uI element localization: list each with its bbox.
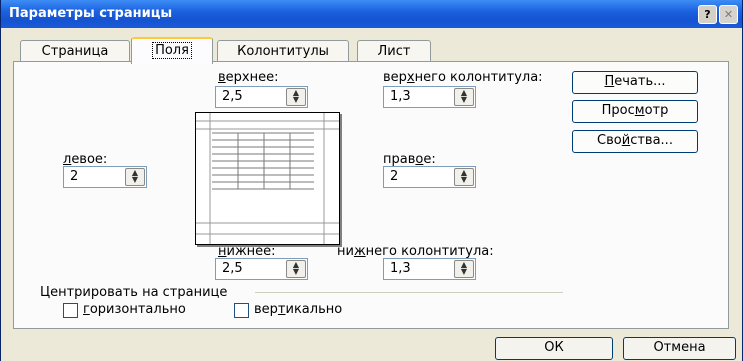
cancel-button[interactable]: Отмена [623, 337, 736, 360]
center-on-page-label: Центрировать на странице [40, 285, 228, 300]
page-preview [195, 112, 340, 245]
header-margin-spinner-icon[interactable]: ▲ ▼ [454, 88, 474, 106]
bottom-margin-value: 2,5 [222, 261, 243, 276]
title-bar[interactable]: Параметры страницы ? ✕ [1, 0, 742, 28]
right-margin-label: правое: [383, 152, 436, 167]
tab-page[interactable]: Страница [20, 40, 130, 62]
bottom-margin-spinner-icon[interactable]: ▲ ▼ [286, 260, 306, 278]
tab-sheet[interactable]: Лист [357, 40, 431, 62]
help-button[interactable]: ? [698, 5, 717, 24]
header-margin-label: верхнего колонтитула: [383, 70, 543, 85]
left-margin-spinner-icon[interactable]: ▲ ▼ [125, 168, 145, 186]
right-margin-spinner-icon[interactable]: ▲ ▼ [454, 168, 474, 186]
tab-headers-footers-label: Колонтитулы [237, 44, 329, 59]
center-horizontal-label[interactable]: горизонтально [83, 302, 186, 317]
top-margin-spinner-icon[interactable]: ▲ ▼ [286, 88, 306, 106]
group-separator [255, 292, 563, 293]
properties-button[interactable]: Свойства... [572, 130, 698, 153]
right-margin-value: 2 [390, 169, 399, 184]
header-margin-input[interactable]: 1,3 ▲ ▼ [383, 86, 476, 108]
dialog-title: Параметры страницы [9, 6, 173, 21]
tab-margins-label: Поля [152, 42, 192, 59]
center-horizontal-checkbox[interactable] [63, 303, 78, 318]
close-button[interactable]: ✕ [719, 5, 738, 24]
tab-margins[interactable]: Поля [131, 37, 213, 64]
top-margin-input[interactable]: 2,5 ▲ ▼ [215, 86, 308, 108]
top-margin-label: верхнее: [218, 70, 279, 85]
page-setup-dialog: Параметры страницы ? ✕ Страница Поля Кол… [0, 0, 743, 361]
bottom-margin-input[interactable]: 2,5 ▲ ▼ [215, 258, 308, 280]
tab-headers-footers[interactable]: Колонтитулы [217, 40, 349, 62]
footer-margin-label: нижнего колонтитула: [337, 244, 494, 259]
tab-page-label: Страница [41, 44, 109, 59]
footer-margin-spinner-icon[interactable]: ▲ ▼ [454, 260, 474, 278]
right-margin-input[interactable]: 2 ▲ ▼ [383, 166, 476, 188]
center-vertical-checkbox[interactable] [234, 303, 249, 318]
footer-margin-value: 1,3 [390, 261, 411, 276]
print-button[interactable]: Печать... [572, 71, 698, 94]
left-margin-value: 2 [70, 169, 79, 184]
header-margin-value: 1,3 [390, 89, 411, 104]
left-margin-input[interactable]: 2 ▲ ▼ [63, 166, 147, 188]
left-margin-label: левое: [63, 152, 108, 167]
tab-sheet-label: Лист [377, 44, 411, 59]
preview-button[interactable]: Просмотр [572, 100, 698, 123]
top-margin-value: 2,5 [222, 89, 243, 104]
center-vertical-label[interactable]: вертикально [254, 302, 342, 317]
ok-button[interactable]: ОК [495, 337, 613, 360]
page-preview-graphic [196, 113, 339, 244]
footer-margin-input[interactable]: 1,3 ▲ ▼ [383, 258, 476, 280]
bottom-margin-label: нижнее: [218, 244, 276, 259]
